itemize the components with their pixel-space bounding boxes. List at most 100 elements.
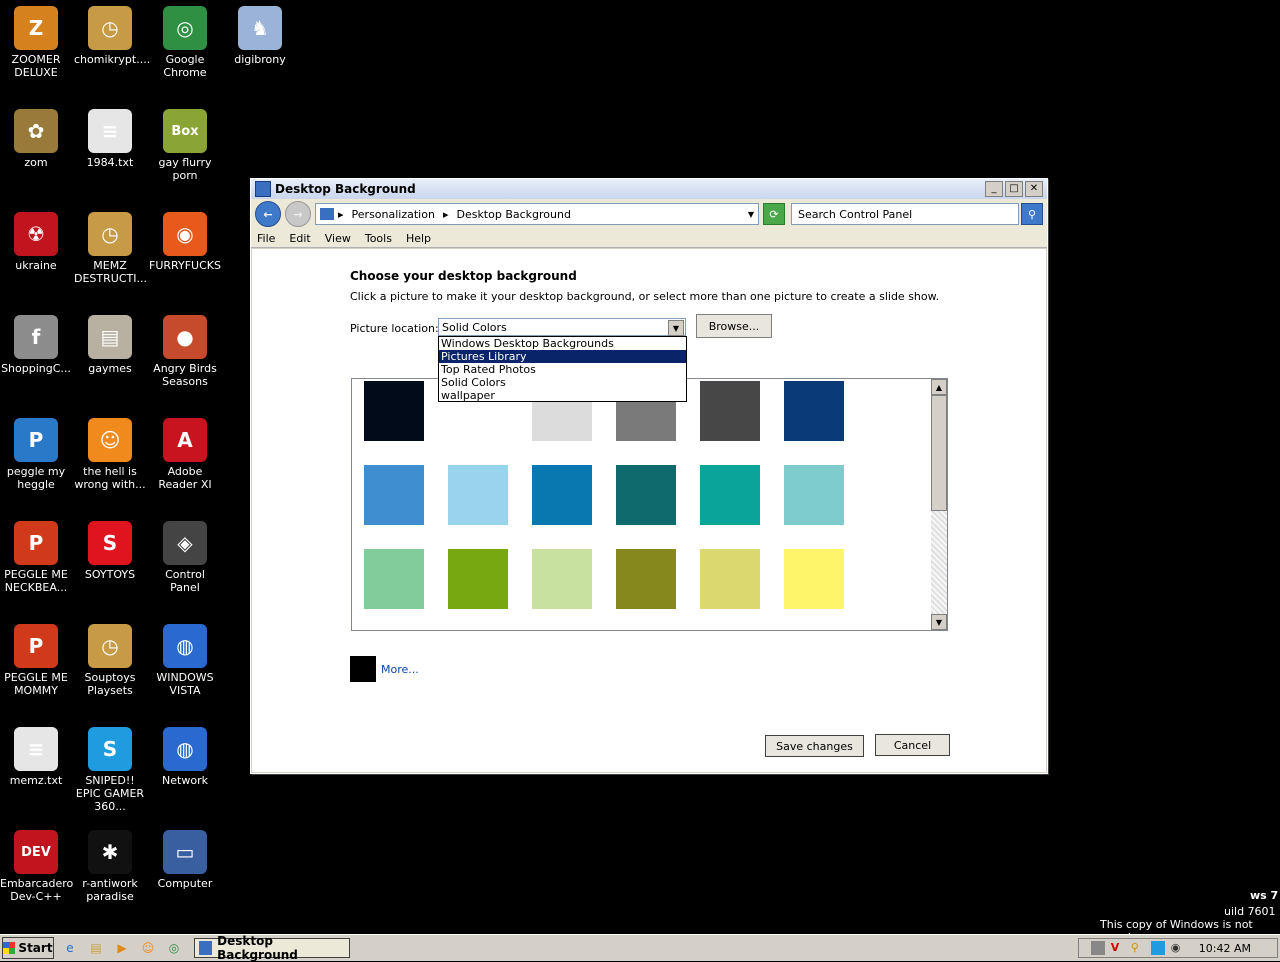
desktop-icon[interactable]: ◎ Google Chrome xyxy=(148,0,222,79)
chevron-down-icon[interactable]: ▼ xyxy=(748,210,754,219)
chrome-icon[interactable]: ◎ xyxy=(164,939,184,957)
desktop-icon[interactable]: S SOYTOYS xyxy=(73,515,147,581)
desktop-icon[interactable]: ◍ Network xyxy=(148,721,222,787)
desktop-icon[interactable]: P PEGGLE ME NECKBEA... xyxy=(0,515,73,594)
refresh-button[interactable]: ⟳ xyxy=(763,203,785,225)
media-player-icon[interactable]: ▶ xyxy=(112,939,132,957)
scroll-up-button[interactable]: ▲ xyxy=(931,379,947,395)
forward-button[interactable]: → xyxy=(285,201,311,227)
volume-icon[interactable]: ◉ xyxy=(1171,941,1185,955)
desktop-icon-label: Angry Birds Seasons xyxy=(153,362,217,388)
dropdown-option[interactable]: Top Rated Photos xyxy=(439,363,686,376)
peggle-icon: P xyxy=(14,418,58,462)
search-input[interactable]: Search Control Panel xyxy=(791,203,1019,225)
taskbar: Start e ▤ ▶ ☺ ◎ Desktop Background V ⚲ ◉… xyxy=(0,934,1280,962)
desktop-icon[interactable]: Z ZOOMER DELUXE xyxy=(0,0,73,79)
monitor-icon[interactable] xyxy=(1150,941,1165,955)
antivirus-icon[interactable]: V xyxy=(1111,941,1125,955)
maximize-button[interactable]: □ xyxy=(1005,181,1023,197)
desktop-icon[interactable]: P PEGGLE ME MOMMY xyxy=(0,618,73,697)
desktop-icon[interactable]: ✱ r-antiwork paradise xyxy=(73,824,147,903)
desktop-icon[interactable]: ◈ Control Panel xyxy=(148,515,222,594)
color-swatch[interactable] xyxy=(700,381,760,441)
desktop-icon[interactable]: ◷ chomikrypt.... xyxy=(73,0,150,66)
desktop-icon[interactable]: ≡ 1984.txt xyxy=(73,103,147,169)
scroll-thumb[interactable] xyxy=(931,395,947,511)
desktop-icon[interactable]: ☢ ukraine xyxy=(0,206,73,272)
dropdown-option[interactable]: wallpaper xyxy=(439,389,686,402)
desktop-icon[interactable]: ◷ Souptoys Playsets xyxy=(73,618,147,697)
explorer-icon[interactable]: ▤ xyxy=(86,939,106,957)
color-swatch[interactable] xyxy=(616,465,676,525)
menu-view[interactable]: View xyxy=(325,232,351,245)
desktop-icon[interactable]: Ppeggle my heggle xyxy=(0,412,73,491)
color-swatch[interactable] xyxy=(532,465,592,525)
color-swatch[interactable] xyxy=(700,549,760,609)
scroll-down-button[interactable]: ▼ xyxy=(931,614,947,630)
skype-icon: S xyxy=(88,727,132,771)
menu-help[interactable]: Help xyxy=(406,232,431,245)
chevron-down-icon[interactable]: ▼ xyxy=(668,320,684,336)
desktop-icon[interactable]: ◷ MEMZ DESTRUCTI... xyxy=(73,206,147,285)
color-swatch[interactable] xyxy=(616,549,676,609)
browse-button[interactable]: Browse... xyxy=(696,314,772,338)
more-colors-link[interactable]: More... xyxy=(381,663,419,676)
vertical-scrollbar[interactable]: ▲ ▼ xyxy=(931,379,947,630)
desktop-icon[interactable]: ▤ gaymes xyxy=(73,309,147,375)
save-changes-button[interactable]: Save changes xyxy=(765,735,864,757)
desktop-icon[interactable]: ◍ WINDOWS VISTA xyxy=(148,618,222,697)
breadcrumb[interactable]: ▸ Personalization ▸ Desktop Background ▼ xyxy=(315,203,759,225)
desktop-icon[interactable]: Box gay flurry porn xyxy=(148,103,222,182)
window-title: Desktop Background xyxy=(275,182,416,196)
breadcrumb-desktop-background[interactable]: Desktop Background xyxy=(456,208,571,221)
desktop-icon[interactable]: ◉ FURRYFUCKS xyxy=(148,206,222,272)
desktop-icon[interactable]: A Adobe Reader XI xyxy=(148,412,222,491)
color-swatch[interactable] xyxy=(532,549,592,609)
back-button[interactable]: ← xyxy=(255,201,281,227)
desktop-icon[interactable]: ☺ the hell is wrong with... xyxy=(73,412,147,491)
clock[interactable]: 10:42 AM xyxy=(1199,942,1251,955)
desktop-icon[interactable]: ♞ digibrony xyxy=(223,0,297,66)
color-swatch[interactable] xyxy=(784,549,844,609)
color-swatch[interactable] xyxy=(784,381,844,441)
color-swatch[interactable] xyxy=(364,465,424,525)
cancel-button[interactable]: Cancel xyxy=(875,734,950,756)
title-bar[interactable]: Desktop Background _ □ ✕ xyxy=(251,179,1047,199)
desktop-icon[interactable]: ✿ zom xyxy=(0,103,73,169)
dropdown-option[interactable]: Pictures Library xyxy=(439,350,686,363)
search-icon[interactable]: ⚲ xyxy=(1131,941,1145,955)
desktop-icon[interactable]: DEV Embarcadero Dev-C++ xyxy=(0,824,73,903)
search-icon[interactable]: ⚲ xyxy=(1021,203,1043,225)
internet-explorer-icon[interactable]: e xyxy=(60,939,80,957)
chrome-icon: ◎ xyxy=(163,6,207,50)
computer-icon: ▭ xyxy=(163,830,207,874)
close-button[interactable]: ✕ xyxy=(1025,181,1043,197)
color-swatch[interactable] xyxy=(364,381,424,441)
desktop-icon[interactable]: S SNIPED!! EPIC GAMER 360... xyxy=(73,721,147,813)
color-swatch[interactable] xyxy=(700,465,760,525)
desktop-icon[interactable]: ≡ memz.txt xyxy=(0,721,73,787)
color-swatch[interactable] xyxy=(448,549,508,609)
taskbar-item-desktop-background[interactable]: Desktop Background xyxy=(194,934,350,962)
color-swatch[interactable] xyxy=(448,465,508,525)
folder-icon xyxy=(320,208,334,220)
breadcrumb-personalization[interactable]: Personalization xyxy=(352,208,435,221)
uc-browser-icon[interactable]: ☺ xyxy=(138,939,158,957)
color-swatch[interactable] xyxy=(784,465,844,525)
tray-app-icon[interactable] xyxy=(1090,941,1105,955)
box-icon: Box xyxy=(163,109,207,153)
desktop-icon[interactable]: ● Angry Birds Seasons xyxy=(148,309,222,388)
minimize-button[interactable]: _ xyxy=(985,181,1003,197)
menu-tools[interactable]: Tools xyxy=(365,232,392,245)
current-color-swatch[interactable] xyxy=(350,656,376,682)
dropdown-option[interactable]: Windows Desktop Backgrounds xyxy=(439,337,686,350)
menu-edit[interactable]: Edit xyxy=(289,232,310,245)
start-button[interactable]: Start xyxy=(2,937,54,959)
color-swatch[interactable] xyxy=(364,549,424,609)
menu-file[interactable]: File xyxy=(257,232,275,245)
picture-location-select[interactable]: Solid Colors ▼ xyxy=(438,318,686,336)
desktop-icon[interactable]: f ShoppingC... xyxy=(0,309,73,375)
desktop-icon[interactable]: ▭ Computer xyxy=(148,824,222,890)
clock-icon: ◷ xyxy=(88,624,132,668)
dropdown-option[interactable]: Solid Colors xyxy=(439,376,686,389)
